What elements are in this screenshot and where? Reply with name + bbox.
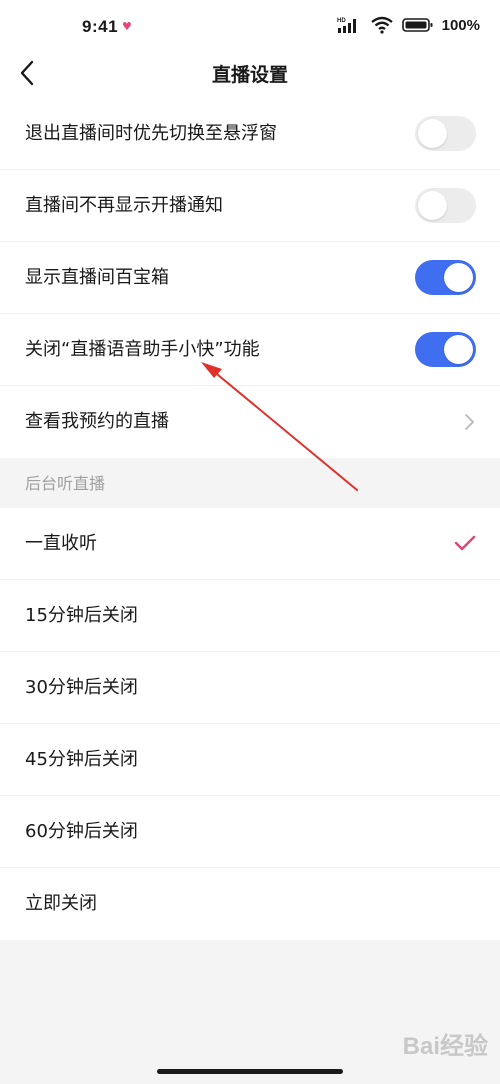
setting-row-reserved-lives[interactable]: 查看我预约的直播 xyxy=(0,386,500,458)
option-label: 60分钟后关闭 xyxy=(25,821,138,842)
option-45-min[interactable]: 45分钟后关闭 xyxy=(0,724,500,796)
home-indicator[interactable] xyxy=(157,1069,343,1074)
option-close-now[interactable]: 立即关闭 xyxy=(0,868,500,940)
checkmark-icon xyxy=(454,535,476,551)
option-label: 30分钟后关闭 xyxy=(25,677,138,698)
watermark-logo: Bai经验 xyxy=(402,1033,488,1060)
voice-assistant-toggle[interactable] xyxy=(415,332,476,367)
option-60-min[interactable]: 60分钟后关闭 xyxy=(0,796,500,868)
cellular-signal-icon: HD xyxy=(337,18,356,33)
status-bar: 9:41 ♥ HD 100% xyxy=(0,0,500,56)
option-always-listen[interactable]: 一直收听 xyxy=(0,508,500,580)
floating-window-toggle[interactable] xyxy=(415,116,476,151)
setting-label: 关闭“直播语音助手小快”功能 xyxy=(25,339,260,360)
setting-label: 查看我预约的直播 xyxy=(25,411,169,432)
svg-text:HD: HD xyxy=(337,18,346,24)
header: 直播设置 xyxy=(0,56,500,98)
page-title: 直播设置 xyxy=(211,64,288,86)
option-30-min[interactable]: 30分钟后关闭 xyxy=(0,652,500,724)
background-listen-options: 一直收听 15分钟后关闭 30分钟后关闭 45分钟后关闭 60分钟后关闭 立即关… xyxy=(0,508,500,940)
wifi-icon xyxy=(370,16,393,34)
option-label: 45分钟后关闭 xyxy=(25,749,138,770)
status-icons: HD 100% xyxy=(336,16,480,34)
live-notification-toggle[interactable] xyxy=(415,188,476,223)
battery-percent: 100% xyxy=(441,16,480,34)
setting-row-treasure-box[interactable]: 显示直播间百宝箱 xyxy=(0,242,500,314)
battery-icon xyxy=(401,18,433,32)
option-15-min[interactable]: 15分钟后关闭 xyxy=(0,580,500,652)
treasure-box-toggle[interactable] xyxy=(415,260,476,295)
setting-row-voice-assistant[interactable]: 关闭“直播语音助手小快”功能 xyxy=(0,314,500,386)
setting-row-floating-window[interactable]: 退出直播间时优先切换至悬浮窗 xyxy=(0,98,500,170)
option-label: 15分钟后关闭 xyxy=(25,605,138,626)
option-label: 一直收听 xyxy=(25,533,97,554)
setting-label: 显示直播间百宝箱 xyxy=(25,267,169,288)
heart-icon: ♥ xyxy=(122,20,132,33)
option-label: 立即关闭 xyxy=(25,893,97,914)
setting-label: 退出直播间时优先切换至悬浮窗 xyxy=(25,123,277,144)
setting-row-live-notification[interactable]: 直播间不再显示开播通知 xyxy=(0,170,500,242)
section-title-background-listen: 后台听直播 xyxy=(25,474,106,493)
settings-list: 退出直播间时优先切换至悬浮窗 直播间不再显示开播通知 显示直播间百宝箱 关闭“直… xyxy=(0,98,500,458)
setting-label: 直播间不再显示开播通知 xyxy=(25,195,223,216)
status-time: 9:41 xyxy=(82,17,119,36)
chevron-right-icon xyxy=(465,414,474,430)
